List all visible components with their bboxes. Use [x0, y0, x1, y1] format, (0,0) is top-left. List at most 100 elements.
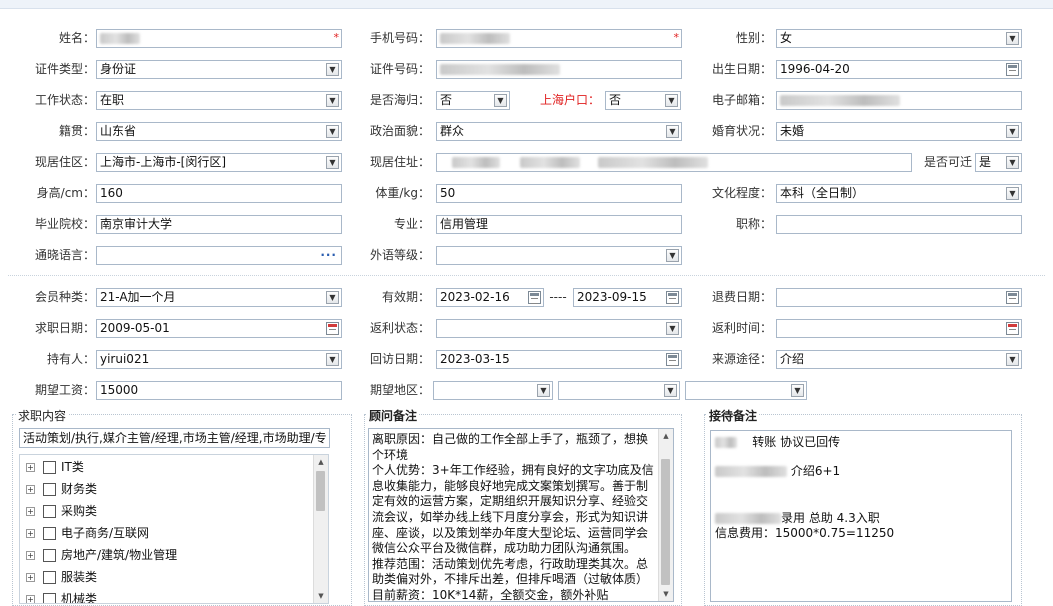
job-category-tree[interactable]: + IT类 + 财务类 + 采购类 + 电子商务/互联网 + 房地产/建筑/物业管理 + 服装类 + 机械… — [19, 454, 329, 604]
chevron-down-icon[interactable]: ▼ — [537, 384, 550, 397]
chevron-down-icon[interactable]: ▼ — [326, 156, 339, 169]
scroll-up-icon[interactable]: ▲ — [659, 429, 673, 443]
plus-icon[interactable]: + — [26, 573, 35, 582]
plus-icon[interactable]: + — [26, 463, 35, 472]
calendar-icon[interactable] — [666, 291, 679, 304]
birth-date-input[interactable]: 1996-04-20 — [776, 60, 1022, 79]
scroll-up-icon[interactable]: ▲ — [314, 455, 328, 469]
calendar-icon[interactable] — [326, 322, 339, 335]
expected-city-select[interactable]: ▼ — [558, 381, 680, 400]
tree-item[interactable]: + IT类 — [26, 457, 84, 477]
category-checkbox[interactable] — [43, 571, 56, 584]
expected-province-select[interactable]: ▼ — [433, 381, 553, 400]
plus-icon[interactable]: + — [26, 485, 35, 494]
ellipsis-icon[interactable]: ··· — [320, 247, 337, 264]
tree-item[interactable]: + 财务类 — [26, 479, 97, 499]
job-date-input[interactable]: 2009-05-01 — [96, 319, 342, 338]
phone-input[interactable]: * — [436, 29, 682, 48]
chevron-down-icon[interactable]: ▼ — [494, 94, 507, 107]
tree-item[interactable]: + 服装类 — [26, 567, 97, 587]
shanghai-hukou-select[interactable]: 否 ▼ — [605, 91, 681, 110]
gender-select[interactable]: 女 ▼ — [776, 29, 1022, 48]
category-label: 财务类 — [61, 482, 98, 496]
scroll-down-icon[interactable]: ▼ — [659, 587, 673, 601]
languages-input[interactable]: ··· — [96, 246, 342, 265]
major-input[interactable]: 信用管理 — [436, 215, 682, 234]
category-checkbox[interactable] — [43, 505, 56, 518]
category-checkbox[interactable] — [43, 527, 56, 540]
chevron-down-icon[interactable]: ▼ — [326, 353, 339, 366]
tree-scrollbar[interactable]: ▲ ▼ — [313, 455, 328, 603]
consultant-notes-textarea[interactable]: 离职原因：自己做的工作全部上手了，瓶颈了，想换个环境 个人优势：3+年工作经验，… — [368, 428, 674, 602]
chevron-down-icon[interactable]: ▼ — [326, 94, 339, 107]
plus-icon[interactable]: + — [26, 595, 35, 603]
returnee-select[interactable]: 否 ▼ — [436, 91, 510, 110]
current-residence-select[interactable]: 上海市-上海市-[闵行区] ▼ — [96, 153, 342, 172]
reception-notes-textarea[interactable]: 转账 协议已回传 介绍6+1 录用 总助 4.3入职 信息费用：15000*0.… — [710, 430, 1012, 602]
marital-status-select[interactable]: 未婚 ▼ — [776, 122, 1022, 141]
chevron-down-icon[interactable]: ▼ — [665, 94, 678, 107]
holder-select[interactable]: yirui021 ▼ — [96, 350, 342, 369]
weight-input[interactable]: 50 — [436, 184, 682, 203]
plus-icon[interactable]: + — [26, 529, 35, 538]
height-input[interactable]: 160 — [96, 184, 342, 203]
tree-item[interactable]: + 房地产/建筑/物业管理 — [26, 545, 177, 565]
plus-icon[interactable]: + — [26, 507, 35, 516]
calendar-icon[interactable] — [666, 353, 679, 366]
scroll-down-icon[interactable]: ▼ — [314, 589, 328, 603]
title-input[interactable] — [776, 215, 1022, 234]
scroll-thumb[interactable] — [316, 471, 325, 511]
current-address-input[interactable] — [436, 153, 912, 172]
chevron-down-icon[interactable]: ▼ — [1006, 156, 1019, 169]
plus-icon[interactable]: + — [26, 551, 35, 560]
name-input[interactable]: * — [96, 29, 342, 48]
chevron-down-icon[interactable]: ▼ — [791, 384, 804, 397]
political-status-select[interactable]: 群众 ▼ — [436, 122, 682, 141]
relocatable-select[interactable]: 是 ▼ — [975, 153, 1022, 172]
calendar-icon[interactable] — [1006, 322, 1019, 335]
chevron-down-icon[interactable]: ▼ — [1006, 32, 1019, 45]
job-content-selected[interactable]: 活动策划/执行,媒介主管/经理,市场主管/经理,市场助理/专 — [19, 428, 330, 448]
weight-value: 50 — [440, 186, 456, 200]
work-status-select[interactable]: 在职 ▼ — [96, 91, 342, 110]
chevron-down-icon[interactable]: ▼ — [1006, 187, 1019, 200]
rebate-status-select[interactable]: ▼ — [436, 319, 682, 338]
chevron-down-icon[interactable]: ▼ — [326, 63, 339, 76]
source-select[interactable]: 介绍 ▼ — [776, 350, 1022, 369]
valid-end-input[interactable]: 2023-09-15 — [573, 288, 682, 307]
refund-date-input[interactable] — [776, 288, 1022, 307]
chevron-down-icon[interactable]: ▼ — [1006, 125, 1019, 138]
category-checkbox[interactable] — [43, 483, 56, 496]
chevron-down-icon[interactable]: ▼ — [326, 291, 339, 304]
tree-item[interactable]: + 机械类 — [26, 589, 97, 603]
category-checkbox[interactable] — [43, 549, 56, 562]
visit-date-input[interactable]: 2023-03-15 — [436, 350, 682, 369]
expected-salary-input[interactable]: 15000 — [96, 381, 342, 400]
id-number-input[interactable] — [436, 60, 682, 79]
chevron-down-icon[interactable]: ▼ — [666, 322, 679, 335]
id-type-select[interactable]: 身份证 ▼ — [96, 60, 342, 79]
calendar-icon[interactable] — [528, 291, 541, 304]
notes-scrollbar[interactable]: ▲ ▼ — [658, 429, 673, 601]
expected-district-select[interactable]: ▼ — [685, 381, 807, 400]
calendar-icon[interactable] — [1006, 63, 1019, 76]
chevron-down-icon[interactable]: ▼ — [326, 125, 339, 138]
valid-start-input[interactable]: 2023-02-16 — [436, 288, 544, 307]
rebate-time-input[interactable] — [776, 319, 1022, 338]
tree-item[interactable]: + 电子商务/互联网 — [26, 523, 149, 543]
native-place-select[interactable]: 山东省 ▼ — [96, 122, 342, 141]
chevron-down-icon[interactable]: ▼ — [664, 384, 677, 397]
member-type-select[interactable]: 21-A加一个月 ▼ — [96, 288, 342, 307]
chevron-down-icon[interactable]: ▼ — [1006, 353, 1019, 366]
calendar-icon[interactable] — [1006, 291, 1019, 304]
category-checkbox[interactable] — [43, 461, 56, 474]
scroll-thumb[interactable] — [661, 459, 670, 585]
education-select[interactable]: 本科（全日制） ▼ — [776, 184, 1022, 203]
chevron-down-icon[interactable]: ▼ — [666, 125, 679, 138]
school-input[interactable]: 南京审计大学 — [96, 215, 342, 234]
tree-item[interactable]: + 采购类 — [26, 501, 97, 521]
category-checkbox[interactable] — [43, 593, 56, 603]
email-input[interactable] — [776, 91, 1022, 110]
foreign-level-select[interactable]: ▼ — [436, 246, 682, 265]
chevron-down-icon[interactable]: ▼ — [666, 249, 679, 262]
